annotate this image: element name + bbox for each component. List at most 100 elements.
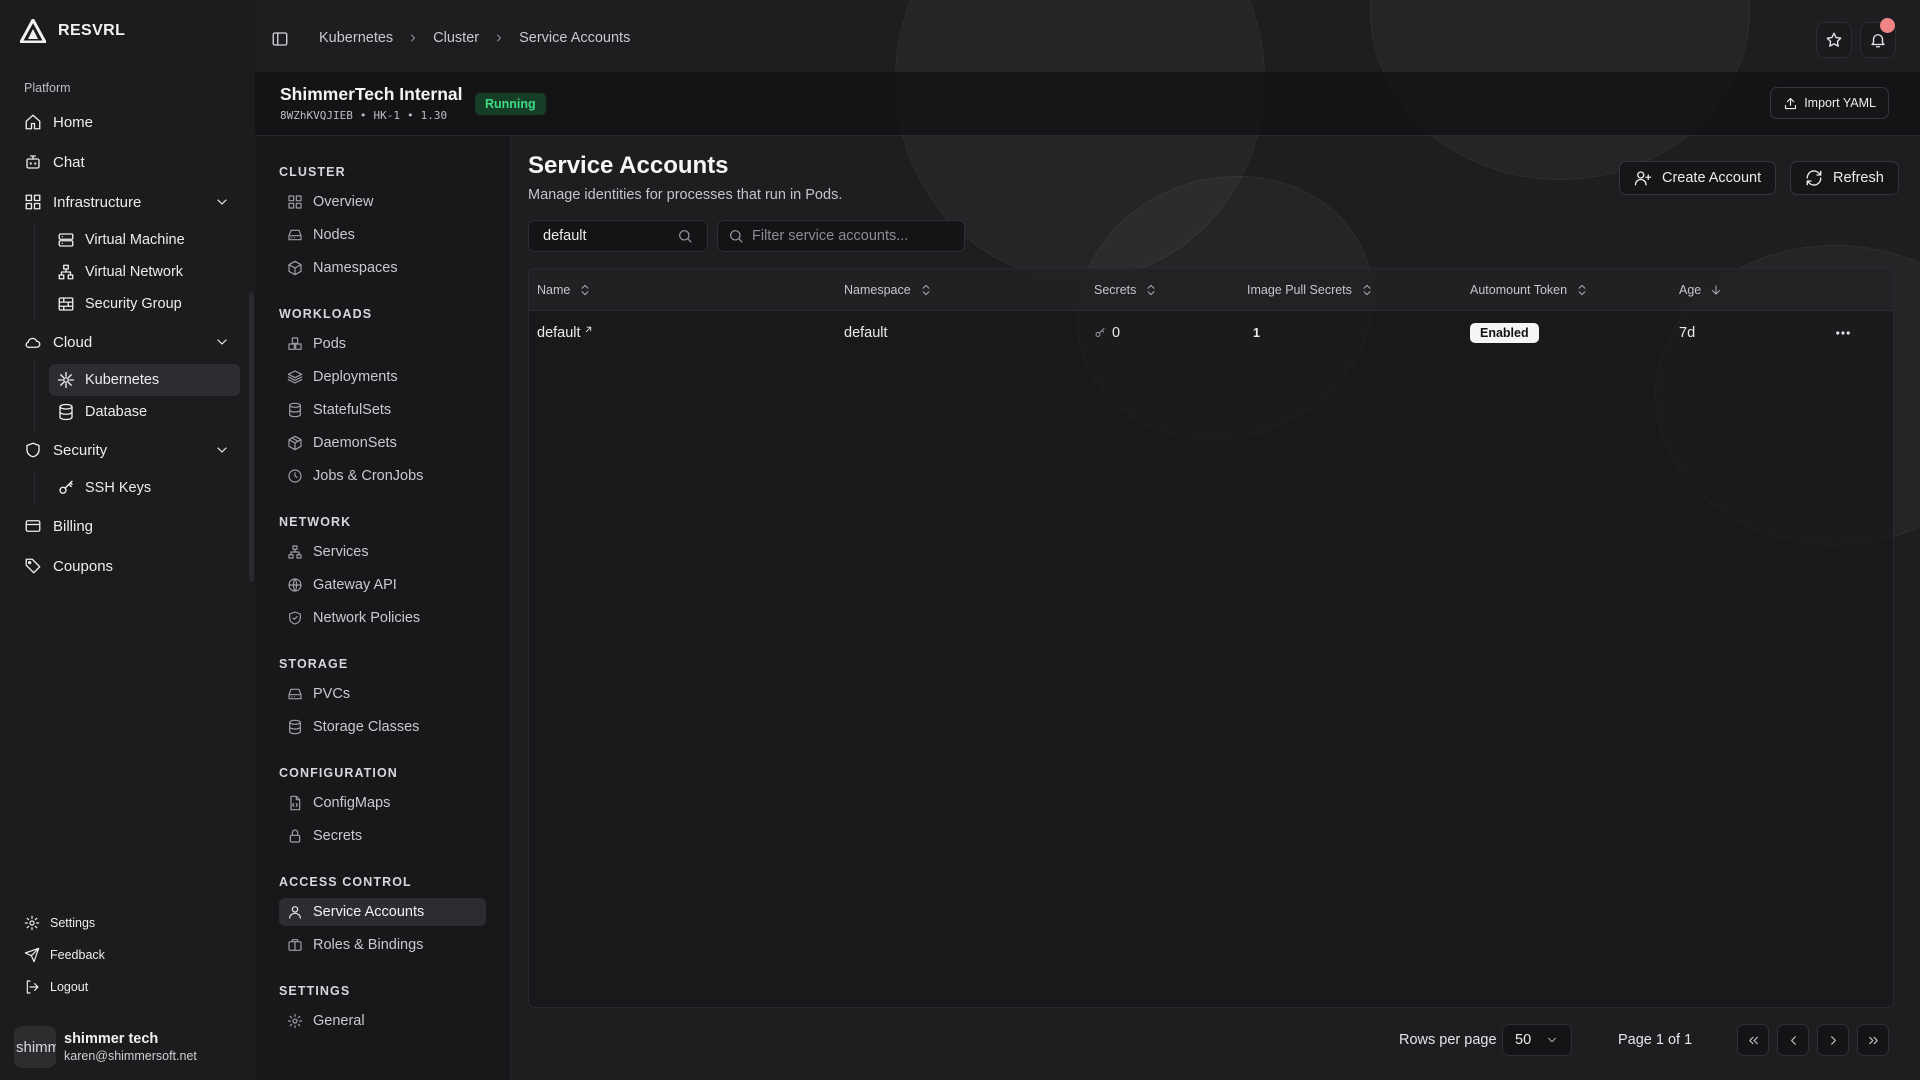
cluster-nav-overview[interactable]: Overview (279, 188, 486, 216)
sidebar-item-virtual-machine[interactable]: Virtual Machine (49, 224, 240, 256)
chevrons-right-icon (1868, 1036, 1878, 1044)
cluster-nav-label: Nodes (313, 227, 355, 243)
cluster-nav-statefulsets[interactable]: StatefulSets (279, 396, 486, 424)
rows-per-page-select[interactable]: 50 (1502, 1024, 1572, 1056)
kubernetes-icon (57, 371, 75, 389)
breadcrumb-current: Service Accounts (519, 30, 631, 46)
column-header-secrets[interactable]: Secrets (1094, 269, 1158, 311)
sidebar-item-kubernetes[interactable]: Kubernetes (49, 364, 240, 396)
rows-per-page-value: 50 (1515, 1032, 1532, 1048)
send-icon (24, 947, 40, 963)
sidebar-scrollbar[interactable] (249, 292, 254, 582)
column-label: Image Pull Secrets (1247, 283, 1352, 297)
lock-icon (289, 829, 301, 843)
sort-icon (922, 284, 930, 296)
user-card[interactable]: shimmer tech shimmer tech karen@shimmers… (14, 1026, 197, 1068)
sidebar-item-settings[interactable]: Settings (14, 907, 240, 939)
sidebar-item-home[interactable]: Home (14, 102, 240, 142)
previous-page-button[interactable] (1777, 1024, 1809, 1056)
refresh-button[interactable]: Refresh (1790, 161, 1899, 195)
security-submenu: SSH Keys (34, 470, 240, 506)
breadcrumb-kubernetes[interactable]: Kubernetes (319, 30, 393, 46)
page-subtitle: Manage identities for processes that run… (528, 187, 843, 203)
chevron-down-icon (217, 199, 227, 205)
cluster-meta: 8WZhKVQJIEB • HK-1 • 1.30 (280, 109, 447, 122)
row-name-link[interactable]: default (537, 311, 594, 355)
cluster-nav-pvcs[interactable]: PVCs (279, 680, 486, 708)
notifications-button[interactable] (1860, 18, 1896, 58)
cluster-nav-configmaps[interactable]: ConfigMaps (279, 789, 486, 817)
import-yaml-button[interactable]: Import YAML (1770, 87, 1889, 119)
namespace-select[interactable]: default (528, 220, 708, 252)
cluster-nav-general[interactable]: General (279, 1007, 486, 1035)
table-row[interactable]: default default 0 1 Enabled 7d (529, 311, 1893, 355)
brand[interactable]: RESVRL (20, 19, 125, 43)
chevron-right-icon (1830, 1035, 1836, 1045)
meta-separator: • (406, 109, 414, 122)
create-account-label: Create Account (1662, 170, 1762, 186)
cluster-nav-group-settings: SETTINGS (279, 984, 351, 998)
filter-field[interactable] (717, 220, 965, 252)
sidebar-item-label: SSH Keys (85, 480, 152, 496)
import-yaml-label: Import YAML (1804, 96, 1876, 110)
sidebar-item-cloud[interactable]: Cloud (14, 322, 240, 362)
cluster-nav-services[interactable]: Services (279, 538, 486, 566)
cluster-nav-roles-bindings[interactable]: Roles & Bindings (279, 931, 486, 959)
hard-drive-icon (288, 229, 302, 241)
sidebar-item-security[interactable]: Security (14, 430, 240, 470)
refresh-label: Refresh (1833, 170, 1884, 186)
chevron-left-icon (1790, 1035, 1796, 1045)
automount-badge: Enabled (1470, 323, 1539, 343)
refresh-icon (1806, 170, 1822, 186)
sidebar-nav: Home Chat Infrastructure Virtual Machine… (14, 102, 240, 586)
sidebar-item-ssh-keys[interactable]: SSH Keys (49, 472, 240, 504)
sidebar-item-label: Security (53, 441, 108, 459)
sidebar-item-billing[interactable]: Billing (14, 506, 240, 546)
cluster-nav-gateway-api[interactable]: Gateway API (279, 571, 486, 599)
column-header-namespace[interactable]: Namespace (844, 269, 933, 311)
column-header-image-pull-secrets[interactable]: Image Pull Secrets (1247, 269, 1374, 311)
row-actions-button[interactable] (1831, 323, 1855, 343)
cluster-nav-jobs-cronjobs[interactable]: Jobs & CronJobs (279, 462, 486, 490)
cluster-nav-namespaces[interactable]: Namespaces (279, 254, 486, 282)
upload-icon (1785, 97, 1797, 109)
sidebar-item-logout[interactable]: Logout (14, 971, 240, 1003)
sidebar-item-security-group[interactable]: Security Group (49, 288, 240, 320)
favorite-button[interactable] (1816, 22, 1852, 58)
column-label: Automount Token (1470, 283, 1568, 297)
sidebar-item-feedback[interactable]: Feedback (14, 939, 240, 971)
column-header-name[interactable]: Name (537, 269, 592, 311)
user-info: shimmer tech karen@shimmersoft.net (64, 1031, 197, 1063)
sidebar-item-label: Settings (50, 916, 96, 930)
sidebar-item-infrastructure[interactable]: Infrastructure (14, 182, 240, 222)
sidebar-item-coupons[interactable]: Coupons (14, 546, 240, 586)
cluster-nav-service-accounts[interactable]: Service Accounts (279, 898, 486, 926)
cluster-nav-deployments[interactable]: Deployments (279, 363, 486, 391)
star-icon (1826, 32, 1842, 47)
sidebar-toggle-button[interactable] (271, 30, 289, 48)
sidebar-item-chat[interactable]: Chat (14, 142, 240, 182)
chevron-down-icon (1548, 1037, 1557, 1043)
filter-input[interactable] (752, 228, 952, 244)
first-page-button[interactable] (1737, 1024, 1769, 1056)
cluster-nav-secrets[interactable]: Secrets (279, 822, 486, 850)
search-icon (679, 230, 692, 243)
cloud-icon (25, 337, 41, 348)
last-page-button[interactable] (1857, 1024, 1889, 1056)
key-icon (59, 480, 73, 494)
sidebar-item-database[interactable]: Database (49, 396, 240, 428)
column-header-automount-token[interactable]: Automount Token (1470, 269, 1589, 311)
cluster-nav-nodes[interactable]: Nodes (279, 221, 486, 249)
column-header-age[interactable]: Age (1679, 269, 1723, 311)
sidebar-item-virtual-network[interactable]: Virtual Network (49, 256, 240, 288)
cluster-nav-pods[interactable]: Pods (279, 330, 486, 358)
cluster-nav-label: General (313, 1013, 365, 1029)
cluster-nav-storage-classes[interactable]: Storage Classes (279, 713, 486, 741)
clock-icon (288, 469, 302, 483)
sidebar-item-label: Feedback (50, 948, 105, 962)
create-account-button[interactable]: Create Account (1619, 161, 1777, 195)
next-page-button[interactable] (1817, 1024, 1849, 1056)
cluster-nav-daemonsets[interactable]: DaemonSets (279, 429, 486, 457)
cluster-nav-network-policies[interactable]: Network Policies (279, 604, 486, 632)
breadcrumb-cluster[interactable]: Cluster (433, 30, 479, 46)
